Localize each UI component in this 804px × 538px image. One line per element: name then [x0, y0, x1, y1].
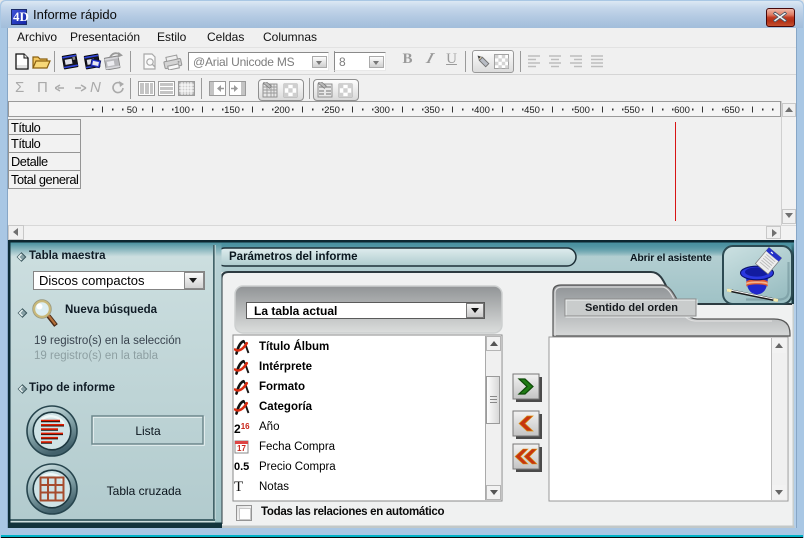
svg-text:600: 600 [674, 105, 690, 116]
svg-text:450: 450 [524, 105, 540, 116]
svg-text:100: 100 [174, 105, 190, 116]
svg-text:250: 250 [324, 105, 340, 116]
svg-text:650: 650 [724, 105, 740, 116]
svg-text:300: 300 [374, 105, 390, 116]
svg-text:350: 350 [424, 105, 440, 116]
svg-text:500: 500 [574, 105, 590, 116]
svg-text:17: 17 [237, 444, 246, 453]
svg-text:200: 200 [274, 105, 290, 116]
svg-text:50: 50 [127, 105, 138, 116]
svg-text:550: 550 [624, 105, 640, 116]
svg-text:150: 150 [224, 105, 240, 116]
svg-text:400: 400 [474, 105, 490, 116]
